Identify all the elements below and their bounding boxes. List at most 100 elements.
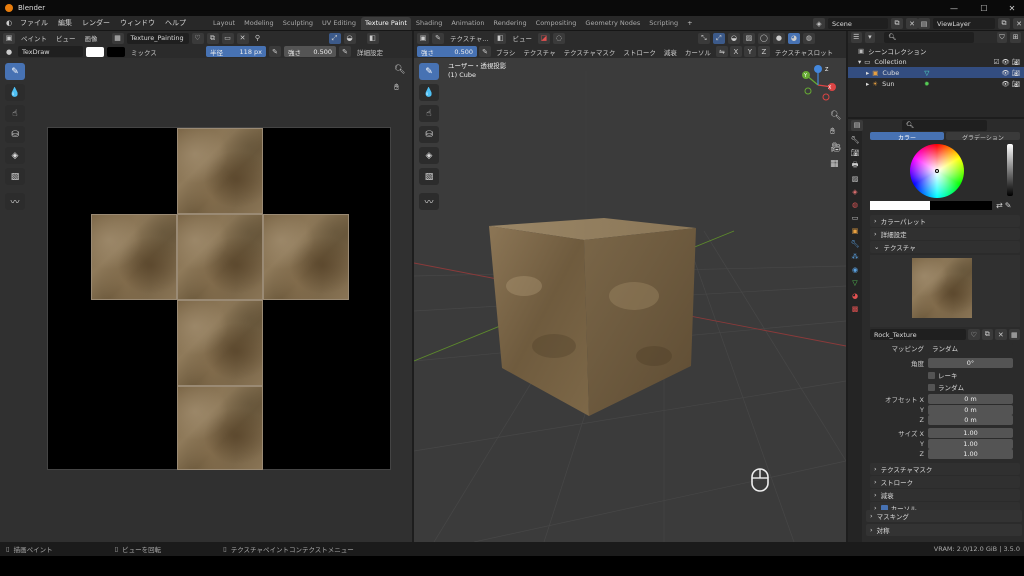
expand-collection-icon[interactable]: ▾ [858, 58, 861, 66]
blend-mode-dropdown[interactable]: ミックス [128, 46, 203, 57]
section-stroke[interactable]: › ストローク [870, 476, 1020, 488]
radius-pressure-icon[interactable]: ✎ [269, 46, 281, 57]
texture-paint-mode-icon[interactable]: ✎ [432, 32, 444, 44]
viewport-strength-field[interactable]: 強さ 0.500 [417, 46, 477, 57]
rake-checkbox[interactable] [928, 371, 935, 379]
unlink-image-icon[interactable]: ✕ [236, 32, 249, 44]
tab-modeling[interactable]: Modeling [240, 17, 278, 30]
browse-image-icon[interactable]: ▦ [111, 32, 124, 44]
vp-zoom-icon[interactable]: 🔍︎ [830, 111, 841, 121]
collection-tab-icon[interactable]: ▭ [850, 213, 860, 223]
color-wheel-cursor[interactable] [935, 169, 939, 173]
vp-fill-brush-icon[interactable]: ◈ [419, 147, 439, 164]
filter-icon[interactable]: ⛉ [996, 31, 1008, 43]
offset-y-field[interactable]: 0 m [928, 405, 1013, 415]
properties-search[interactable]: 🔍︎ [902, 119, 987, 131]
tab-gradient[interactable]: グラデーション [946, 132, 1020, 140]
maximize-button[interactable]: ☐ [970, 0, 998, 16]
offset-x-field[interactable]: 0 m [928, 394, 1013, 404]
menu-brush[interactable]: ブラシ [493, 46, 518, 57]
ortho-toggle-icon[interactable]: ▦ [830, 159, 839, 169]
view-layer-icon[interactable]: ▤ [918, 18, 930, 29]
offset-z-field[interactable]: 0 m [928, 415, 1013, 425]
tab-scripting[interactable]: Scripting [645, 17, 682, 30]
menu-render[interactable]: レンダー [77, 18, 115, 28]
textured-cube[interactable] [484, 216, 704, 421]
collection-visibility-icons[interactable]: ☑ 👁︎ 📷︎ [994, 58, 1020, 66]
zoom-icon[interactable]: 🔍︎ [394, 65, 405, 75]
uv-canvas[interactable] [47, 127, 391, 470]
strength-pressure-icon[interactable]: ✎ [339, 46, 351, 57]
outliner-search[interactable]: 🔍︎ [884, 31, 974, 43]
face-mask-icon[interactable]: ◪ [537, 32, 550, 44]
3d-viewport[interactable]: ▣ ✎ テクスチャ... ◧ ビュー ◪ ◌ ⤡ ⤢ ◒ ▨ ◯ ● ◕ ◍ 強… [414, 31, 846, 542]
tab-rendering[interactable]: Rendering [489, 17, 530, 30]
new-view-layer-icon[interactable]: ⧉ [998, 18, 1010, 29]
texture-new-icon[interactable]: ⧉ [981, 329, 994, 340]
texture-browse-icon[interactable]: ▦ [1008, 329, 1020, 340]
tab-shading[interactable]: Shading [412, 17, 446, 30]
primary-color-bar[interactable] [870, 201, 930, 210]
shading-wireframe-icon[interactable]: ◯ [757, 32, 770, 44]
texture-unlink-icon[interactable]: ✕ [995, 329, 1007, 340]
data-tab-icon[interactable]: ▽ [850, 278, 860, 288]
open-image-icon[interactable]: ▭ [221, 32, 234, 44]
add-workspace-button[interactable]: + [683, 17, 696, 30]
image-editor[interactable]: ▣ ペイント ビュー 画像 ▦ Texture_Painting ♡ ⧉ ▭ ✕… [0, 31, 412, 542]
world-tab-icon[interactable]: ◍ [850, 200, 860, 210]
texture-preview[interactable] [912, 258, 972, 318]
symmetry-y-toggle[interactable]: Y [743, 46, 756, 57]
section-advanced[interactable]: › 詳細設定 [870, 228, 1020, 240]
display-mode-icon[interactable]: ▾ [864, 31, 876, 43]
fake-user-icon[interactable]: ♡ [191, 32, 204, 44]
tab-animation[interactable]: Animation [447, 17, 488, 30]
details-dropdown[interactable]: 詳細設定 [354, 46, 386, 57]
mask-mode-icon[interactable]: ◧ [494, 32, 507, 44]
blender-menu-icon[interactable]: ◐ [3, 18, 15, 29]
color-wheel[interactable] [910, 144, 964, 198]
tool-tab-icon[interactable]: 🔧︎ [850, 135, 860, 145]
tab-uv-editing[interactable]: UV Editing [318, 17, 360, 30]
draw-brush-icon[interactable]: ✎ [5, 63, 25, 80]
texture-tab-icon[interactable]: ▩ [850, 304, 860, 314]
section-color-palette[interactable]: › カラーパレット [870, 215, 1020, 227]
menu-view[interactable]: ビュー [53, 33, 79, 44]
size-z-field[interactable]: 1.00 [928, 449, 1013, 459]
mask-brush-icon[interactable]: ▧ [5, 168, 25, 185]
symmetry-icon[interactable]: ⇋ [715, 46, 728, 57]
annotate-icon[interactable]: 〰 [5, 193, 25, 210]
scene-tab-icon[interactable]: ◈ [850, 187, 860, 197]
value-slider[interactable] [1007, 144, 1013, 196]
tool-settings-icon[interactable]: ⤡ [697, 32, 710, 44]
angle-field[interactable]: 0° [928, 358, 1013, 368]
section-texture-mask[interactable]: › テクスチャマスク [870, 463, 1020, 475]
texture-fake-user-icon[interactable]: ♡ [968, 329, 980, 340]
viewport-menu-view[interactable]: ビュー [509, 33, 535, 44]
viewport-gizmo-icon[interactable]: ⤢ [712, 32, 725, 44]
physics-tab-icon[interactable]: ◉ [850, 265, 860, 275]
new-collection-icon[interactable]: ⊞ [1010, 31, 1021, 43]
menu-texture-slots[interactable]: テクスチャスロット [772, 46, 836, 57]
section-texture[interactable]: ⌄ テクスチャ [870, 241, 1020, 253]
sun-visibility-icons[interactable]: 👁︎ 📷︎ [1001, 80, 1020, 88]
section-masking[interactable]: › マスキング [866, 510, 1022, 522]
secondary-color-swatch[interactable] [107, 46, 125, 57]
output-tab-icon[interactable]: 🖶︎ [850, 161, 860, 171]
particles-tab-icon[interactable]: ⁂ [850, 252, 860, 262]
minimize-button[interactable]: — [940, 0, 968, 16]
xray-icon[interactable]: ▨ [742, 32, 755, 44]
menu-falloff[interactable]: 減衰 [661, 46, 680, 57]
shading-rendered-icon[interactable]: ◍ [802, 32, 815, 44]
menu-texture-mask[interactable]: テクスチャマスク [561, 46, 619, 57]
smear-brush-icon[interactable]: ☝ [5, 105, 25, 122]
menu-file[interactable]: ファイル [15, 18, 53, 28]
overlay-icon[interactable]: ◒ [343, 32, 356, 44]
object-tab-icon[interactable]: ▣ [850, 226, 860, 236]
size-x-field[interactable]: 1.00 [928, 428, 1013, 438]
outliner-type-icon[interactable]: ☰ [851, 31, 862, 43]
vp-soften-brush-icon[interactable]: 💧 [419, 84, 439, 101]
scene-field[interactable]: Scene [828, 18, 888, 29]
gizmo-icon[interactable]: ⤢ [328, 32, 341, 44]
texture-name-field[interactable]: Rock_Texture [870, 329, 967, 340]
outliner-cube[interactable]: ▸ ▣ Cube ▽ 👁︎ 📷︎ [848, 67, 1024, 78]
